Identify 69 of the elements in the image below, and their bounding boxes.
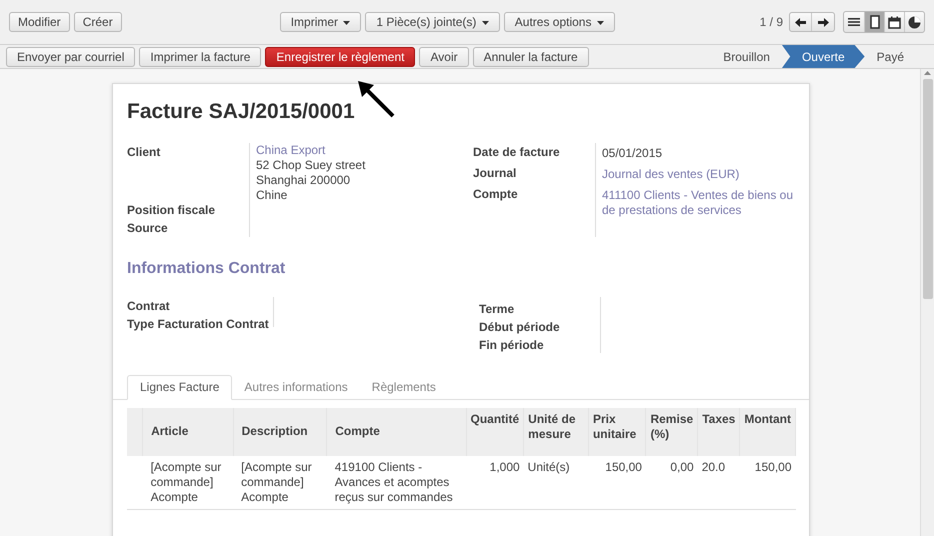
field-label: Position fiscale [127, 202, 216, 218]
column-header: Montant [740, 408, 796, 456]
view-switch-button[interactable] [864, 12, 884, 32]
invoice-title: Facture SAJ/2015/0001 [127, 99, 355, 125]
address-line: Shanghai 200000 [256, 172, 350, 188]
field-label: Début période [479, 318, 561, 336]
table-cell: [Acompte sur commande] Acompte [233, 456, 327, 509]
caret-icon [482, 20, 489, 25]
field-link[interactable]: Journal des ventes (EUR) [602, 164, 795, 184]
table-cell: 419100 Clients - Avances et acomptes reçus sur commandes [326, 456, 466, 509]
form-icon [870, 15, 880, 29]
left-arrow-icon [795, 18, 806, 26]
action-button[interactable]: Envoyer par courriel [6, 46, 136, 66]
field-value: 05/01/2015 [602, 144, 664, 162]
toolbar-button[interactable]: Modifier [9, 12, 70, 32]
caret-icon [596, 20, 604, 25]
column-header: Article [142, 408, 234, 456]
status-step[interactable]: Payé [864, 45, 916, 68]
action-button[interactable]: Enregistrer le règlement [265, 46, 416, 66]
field-link[interactable]: 411100 Clients - Ventes de biens ou de prestations de services [602, 184, 795, 218]
tab[interactable]: Autres informations [232, 374, 360, 400]
arrow-drawing [356, 79, 396, 119]
table-cell: [Acompte sur commande] Acompte [142, 456, 234, 509]
field-label: Date de facture [473, 144, 561, 160]
column-header: Taxes [698, 408, 740, 456]
field-label: Journal [473, 164, 518, 182]
pie-chart-icon [908, 16, 921, 28]
toolbar-button[interactable]: Créer [74, 12, 122, 32]
dropdown-button[interactable]: Autres options [504, 12, 615, 32]
column-header: Unité de mesure [524, 408, 588, 456]
action-button[interactable]: Annuler la facture [472, 46, 589, 66]
tab[interactable]: Règlements [360, 374, 448, 400]
field-label: Client [127, 144, 162, 160]
list-icon [848, 17, 860, 27]
address-line: 52 Chop Suey street [256, 158, 366, 172]
column-header: Compte [326, 408, 466, 456]
client-link[interactable]: China Export [256, 142, 326, 158]
action-button[interactable]: Imprimer la facture [139, 46, 262, 66]
section-title: Informations Contrat [127, 258, 286, 278]
field-label: Terme [479, 300, 516, 318]
field-label: Contrat [127, 298, 171, 314]
scrollbar-thumb[interactable] [922, 79, 932, 299]
view-switch-button[interactable] [884, 12, 904, 32]
field-label: Fin période [479, 336, 545, 354]
address-line: Chine [256, 188, 288, 202]
column-header: Quantité [466, 408, 524, 456]
field-label: Source [127, 220, 169, 236]
table-cell: Unité(s) [524, 456, 588, 509]
right-arrow-icon [818, 18, 828, 26]
action-button[interactable]: Avoir [419, 46, 469, 66]
tab[interactable]: Lignes Facture [127, 374, 232, 400]
column-header: Remise (%) [646, 408, 698, 456]
caret-icon [343, 20, 350, 25]
table-cell: 0,00 [646, 456, 698, 509]
dropdown-button[interactable]: 1 Pièce(s) jointe(s) [365, 12, 500, 32]
pager-text: 1 / 9 [760, 14, 783, 31]
table-cell: 20.0 [698, 456, 740, 509]
table-cell: 150,00 [588, 456, 646, 509]
column-header: Description [233, 408, 327, 456]
status-step[interactable]: Ouverte [782, 45, 865, 68]
column-header: Prix unitaire [588, 408, 646, 456]
field-label: Type Facturation Contrat [127, 316, 269, 332]
field-label: Compte [473, 186, 519, 202]
calendar-icon [888, 16, 901, 28]
dropdown-button[interactable]: Imprimer [280, 12, 362, 32]
table-cell: 1,000 [466, 456, 524, 509]
status-step[interactable]: Brouillon [711, 45, 782, 68]
table-cell: 150,00 [740, 456, 796, 509]
scroll-up-icon [924, 71, 931, 75]
